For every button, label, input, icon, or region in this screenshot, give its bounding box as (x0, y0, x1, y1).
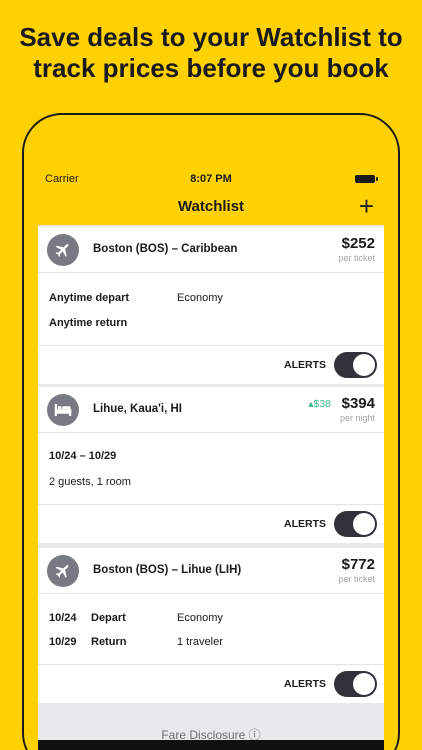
alerts-label: ALERTS (284, 678, 326, 690)
clock: 8:07 PM (190, 173, 232, 185)
toggle-knob (353, 513, 375, 535)
watch-card-lihue-hotel[interactable]: Lihue, Kaua'i, HI ▴$38 $394 per night 10… (38, 387, 384, 543)
price-label: $394 (341, 395, 375, 412)
destination-label: Boston (BOS) – Caribbean (93, 243, 238, 255)
alerts-toggle[interactable] (334, 671, 377, 697)
app-screen: Carrier 8:07 PM Watchlist + Boston (BOS)… (38, 169, 384, 750)
alerts-label: ALERTS (284, 518, 326, 530)
price-unit-label: per night (339, 413, 375, 423)
price-unit-label: per ticket (338, 253, 375, 263)
headline-line-1: Save deals to your Watchlist to (19, 22, 403, 52)
depart-label: Anytime depart (49, 292, 130, 304)
nav-bar: Watchlist + (38, 189, 384, 225)
price-unit-label: per ticket (338, 574, 375, 584)
travelers-label: 1 traveler (177, 636, 223, 648)
price-change-label: ▴$38 (308, 398, 331, 410)
status-bar: Carrier 8:07 PM (38, 169, 384, 189)
dates-label: 10/24 – 10/29 (49, 450, 117, 462)
promo-headline: Save deals to your Watchlist to track pr… (0, 22, 422, 84)
alerts-toggle[interactable] (334, 511, 377, 537)
depart-label: Depart (91, 612, 126, 624)
watch-card-boston-caribbean[interactable]: Boston (BOS) – Caribbean $252 per ticket… (38, 227, 384, 384)
headline-line-2: track prices before you book (33, 53, 389, 83)
toggle-knob (353, 673, 375, 695)
destination-label: Boston (BOS) – Lihue (LIH) (93, 564, 242, 576)
bed-icon (47, 394, 79, 426)
airplane-icon (47, 234, 79, 266)
cabin-label: Economy (177, 612, 223, 624)
airplane-icon (47, 555, 79, 587)
return-label: Return (91, 636, 127, 648)
add-watch-button[interactable]: + (359, 193, 374, 219)
tab-bar (38, 740, 384, 750)
alerts-toggle[interactable] (334, 352, 377, 378)
return-date-label: 10/29 (49, 636, 77, 648)
guests-label: 2 guests, 1 room (49, 476, 131, 488)
watch-card-boston-lihue[interactable]: Boston (BOS) – Lihue (LIH) $772 per tick… (38, 548, 384, 703)
cabin-label: Economy (177, 292, 223, 304)
toggle-knob (353, 354, 375, 376)
return-label: Anytime return (49, 317, 128, 329)
price-label: $772 (341, 556, 375, 573)
alerts-label: ALERTS (284, 359, 326, 371)
depart-date-label: 10/24 (49, 612, 77, 624)
page-title: Watchlist (177, 198, 245, 215)
price-label: $252 (341, 235, 375, 252)
destination-label: Lihue, Kaua'i, HI (93, 403, 182, 415)
battery-icon (355, 175, 378, 183)
